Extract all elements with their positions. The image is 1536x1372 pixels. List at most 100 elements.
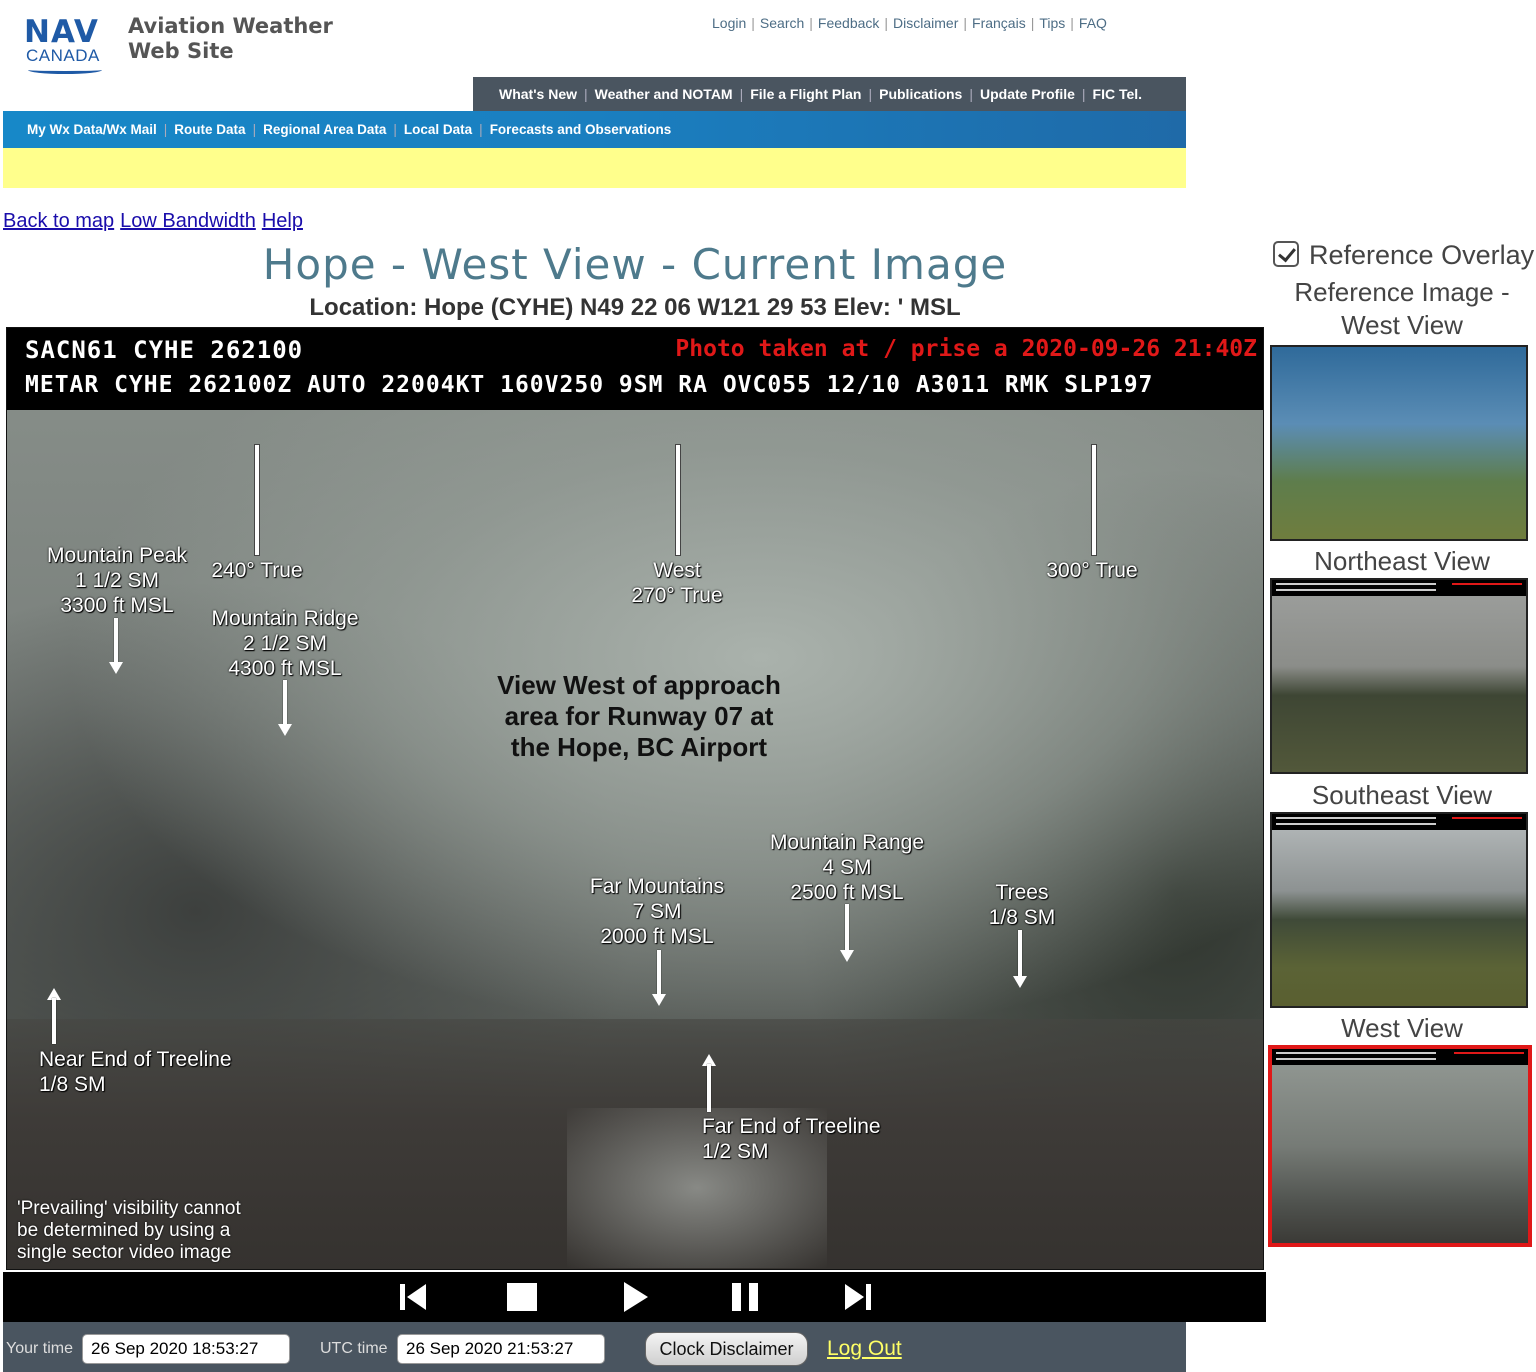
label-far-treeline: Far End of Treeline 1/2 SM xyxy=(702,1114,881,1164)
prevailing-note-line1: 'Prevailing' visibility cannot xyxy=(17,1198,241,1219)
thumb-label-reference: Reference Image - West View xyxy=(1268,276,1536,342)
subnav-local-data[interactable]: Local Data xyxy=(404,122,472,137)
top-link-feedback[interactable]: Feedback xyxy=(818,15,879,31)
prevailing-note-line2: be determined by using a xyxy=(17,1220,231,1241)
utc-time-label: UTC time xyxy=(320,1340,388,1357)
camera-metar: METAR CYHE 262100Z AUTO 22004KT 160V250 … xyxy=(25,372,1154,398)
sub-nav: My Wx Data/Wx Mail | Route Data | Regional… xyxy=(3,111,1186,148)
camera-photo-time: Photo taken at / prise a 2020-09-26 21:4… xyxy=(675,336,1257,362)
label-view-west: View West of approach area for Runway 07… xyxy=(477,670,801,763)
label-240-true: 240° True xyxy=(211,559,303,582)
label-mountain-peak-line3: 3300 ft MSL xyxy=(60,594,174,617)
label-far-mountains-line3: 2000 ft MSL xyxy=(600,925,714,948)
label-mountain-range-line2: 4 SM xyxy=(822,856,872,879)
label-trees-line2: 1/8 SM xyxy=(988,906,1056,929)
logo-nav-text: NAV xyxy=(24,14,99,50)
label-far-mountains: Far Mountains 7 SM 2000 ft MSL xyxy=(567,874,747,949)
label-mountain-range-line1: Mountain Range xyxy=(769,831,925,854)
label-trees: Trees 1/8 SM xyxy=(967,880,1077,930)
camera-image: SACN61 CYHE 262100 Photo taken at / pris… xyxy=(6,327,1264,1270)
top-link-login[interactable]: Login xyxy=(712,15,746,31)
thumb-label-west: West View xyxy=(1341,1013,1463,1043)
logo-canada-text: CANADA xyxy=(26,46,100,65)
prevailing-visibility-note: 'Prevailing' visibility cannot be determ… xyxy=(17,1198,241,1264)
nav-whats-new[interactable]: What's New xyxy=(499,86,577,102)
top-link-disclaimer[interactable]: Disclaimer xyxy=(893,15,958,31)
skip-forward-icon[interactable] xyxy=(841,1280,875,1314)
page-title: Hope - West View - Current Image xyxy=(262,240,1008,289)
stop-icon[interactable] xyxy=(505,1280,539,1314)
subnav-my-wx-data[interactable]: My Wx Data/Wx Mail xyxy=(27,122,157,137)
prevailing-note-line3: single sector video image xyxy=(17,1242,232,1263)
top-link-search[interactable]: Search xyxy=(760,15,804,31)
alert-band xyxy=(3,148,1186,188)
label-near-treeline: Near End of Treeline 1/8 SM xyxy=(39,1047,232,1097)
nav-publications[interactable]: Publications xyxy=(879,86,962,102)
label-view-west-line1: View West of approach xyxy=(497,670,781,700)
play-icon[interactable] xyxy=(618,1280,652,1314)
bearing-tick-240 xyxy=(254,444,260,556)
label-far-treeline-line2: 1/2 SM xyxy=(702,1140,769,1163)
label-mountain-ridge-line3: 4300 ft MSL xyxy=(228,657,342,680)
label-far-mountains-line1: Far Mountains xyxy=(589,875,725,898)
clock-disclaimer-button[interactable]: Clock Disclaimer xyxy=(645,1332,808,1366)
thumbnail-northeast[interactable] xyxy=(1270,578,1528,774)
nav-weather-notam[interactable]: Weather and NOTAM xyxy=(595,86,733,102)
label-view-west-line2: area for Runway 07 at xyxy=(504,701,774,731)
site-title-line2: Web Site xyxy=(128,39,234,63)
label-mountain-range: Mountain Range 4 SM 2500 ft MSL xyxy=(747,830,947,905)
thumbnail-reference-west[interactable] xyxy=(1270,345,1528,541)
thumbnail-southeast[interactable] xyxy=(1270,812,1528,1008)
nav-update-profile[interactable]: Update Profile xyxy=(980,86,1075,102)
label-near-treeline-line1: Near End of Treeline xyxy=(39,1048,232,1071)
camera-bulletin-id: SACN61 CYHE 262100 xyxy=(25,336,304,364)
label-mountain-ridge-line2: 2 1/2 SM xyxy=(242,632,328,655)
reference-overlay-toggle[interactable]: Reference Overlay xyxy=(1273,240,1534,271)
top-link-faq[interactable]: FAQ xyxy=(1079,15,1107,31)
label-mountain-ridge-line1: Mountain Ridge xyxy=(211,607,359,630)
label-mountain-ridge: Mountain Ridge 2 1/2 SM 4300 ft MSL xyxy=(195,606,375,681)
label-near-treeline-line2: 1/8 SM xyxy=(39,1073,106,1096)
your-time-field[interactable] xyxy=(82,1334,290,1364)
label-far-mountains-line2: 7 SM xyxy=(632,900,682,923)
reference-overlay-checkbox[interactable] xyxy=(1273,241,1299,267)
main-nav: What's New | Weather and NOTAM | File a Fl… xyxy=(473,77,1186,111)
top-links: Login | Search | Feedback | Disclaimer | Françai… xyxy=(712,15,1107,31)
thumbnail-west-selected[interactable] xyxy=(1268,1045,1532,1247)
page-links: Back to map Low Bandwidth Help xyxy=(3,210,309,233)
site-title: Aviation Weather Web Site xyxy=(128,14,333,64)
thumb-label-northeast: Northeast View xyxy=(1314,546,1490,576)
label-west: West 270° True xyxy=(597,558,757,608)
label-west-line1: West xyxy=(653,559,701,582)
reference-overlay-label: Reference Overlay xyxy=(1309,240,1535,270)
utc-time-field[interactable] xyxy=(397,1334,605,1364)
pause-icon[interactable] xyxy=(728,1280,762,1314)
label-mountain-peak-line2: 1 1/2 SM xyxy=(74,569,160,592)
top-link-francais[interactable]: Français xyxy=(972,15,1026,31)
back-to-map-link[interactable]: Back to map xyxy=(3,210,114,232)
log-out-link[interactable]: Log Out xyxy=(827,1337,902,1361)
thumb-label-reference-line2: West View xyxy=(1341,310,1463,340)
playback-controls xyxy=(3,1272,1266,1322)
label-view-west-line3: the Hope, BC Airport xyxy=(510,732,768,762)
your-time-label: Your time xyxy=(6,1340,73,1357)
label-mountain-range-line3: 2500 ft MSL xyxy=(790,881,904,904)
label-trees-line1: Trees xyxy=(995,881,1049,904)
label-300-true: 300° True xyxy=(1046,559,1138,582)
nav-canada-logo[interactable]: NAV CANADA xyxy=(24,14,106,76)
bearing-tick-300 xyxy=(1091,444,1097,556)
thumb-label-reference-line1: Reference Image - xyxy=(1294,277,1510,307)
subnav-regional-area-data[interactable]: Regional Area Data xyxy=(263,122,386,137)
label-west-line2: 270° True xyxy=(631,584,723,607)
skip-back-icon[interactable] xyxy=(396,1280,430,1314)
thumbnail-southeast-header xyxy=(1272,814,1526,830)
nav-fic-tel[interactable]: FIC Tel. xyxy=(1093,86,1143,102)
help-link[interactable]: Help xyxy=(262,210,303,232)
subnav-route-data[interactable]: Route Data xyxy=(174,122,245,137)
subnav-forecasts-observations[interactable]: Forecasts and Observations xyxy=(490,122,672,137)
nav-file-flight-plan[interactable]: File a Flight Plan xyxy=(750,86,861,102)
low-bandwidth-link[interactable]: Low Bandwidth xyxy=(120,210,256,232)
camera-header-band: SACN61 CYHE 262100 Photo taken at / pris… xyxy=(7,328,1263,410)
top-link-tips[interactable]: Tips xyxy=(1039,15,1065,31)
label-mountain-peak-line1: Mountain Peak xyxy=(46,544,188,567)
